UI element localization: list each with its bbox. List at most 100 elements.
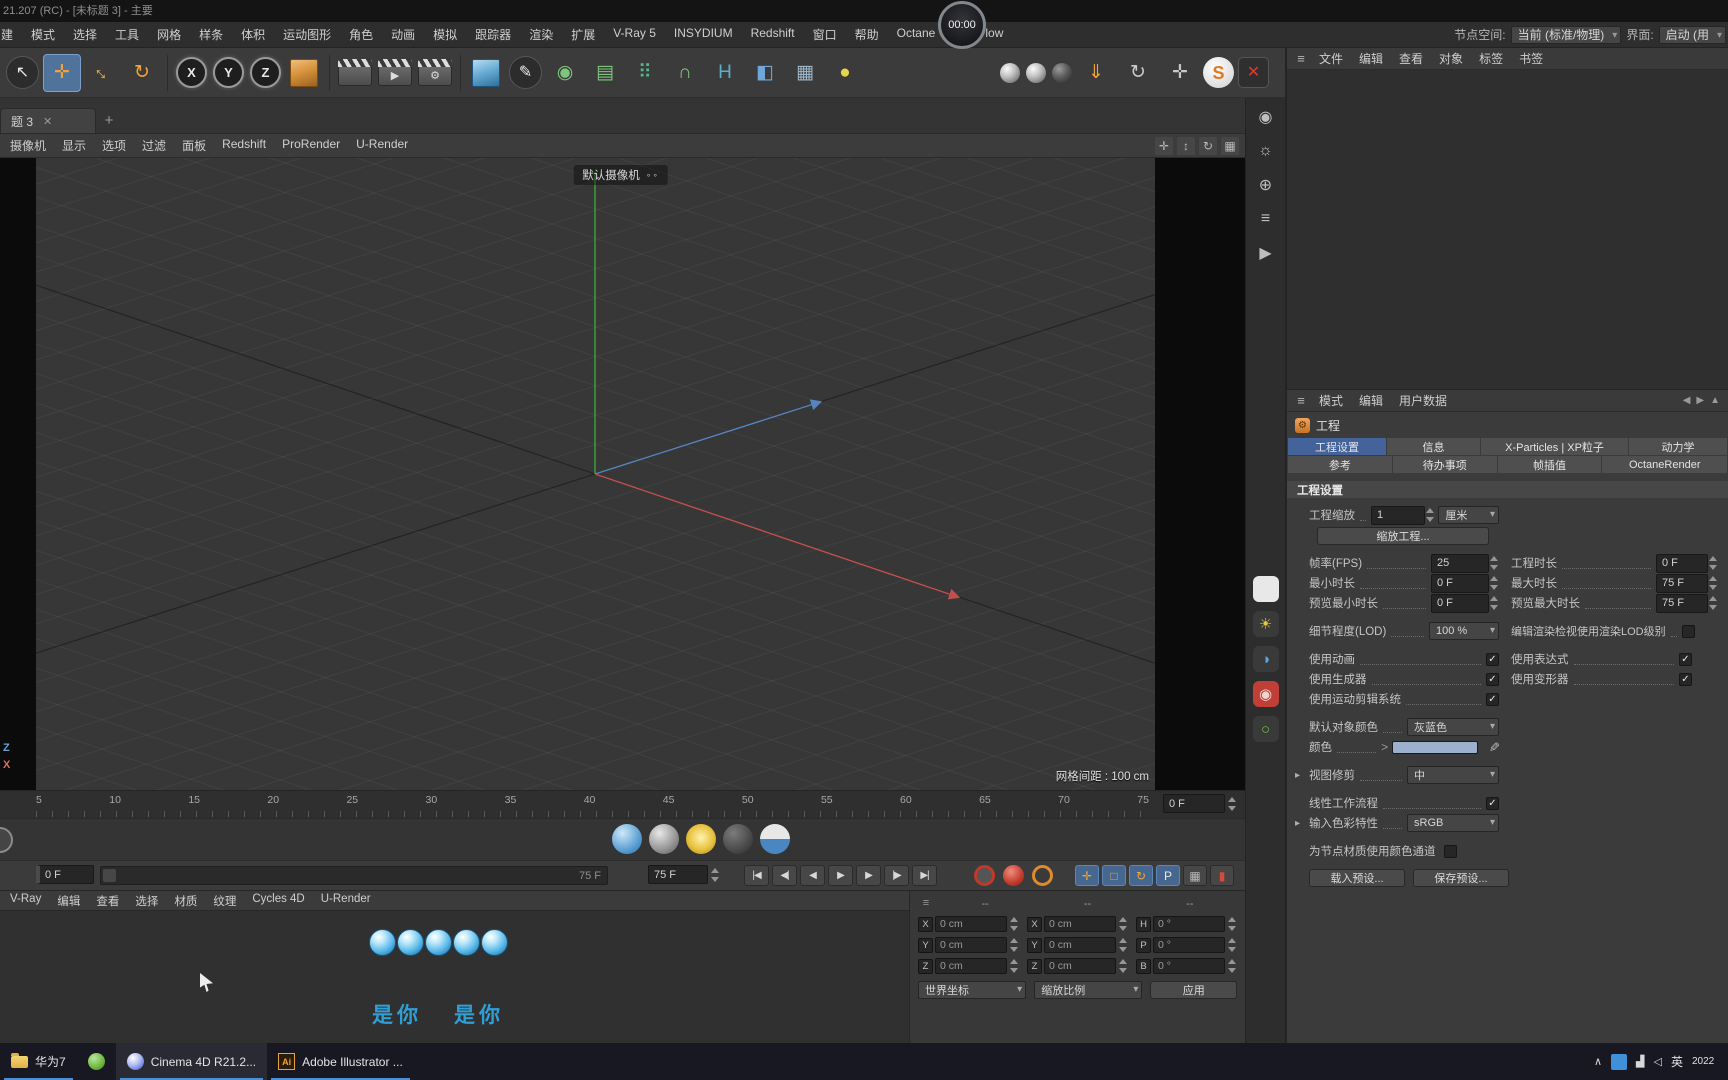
object-manager-menu-item[interactable]: 标签 — [1471, 50, 1511, 67]
menu-item-cut[interactable]: 建 — [0, 26, 22, 43]
z-axis-lock[interactable]: Z — [250, 57, 281, 88]
previous-frame-button[interactable]: ◀ — [800, 865, 825, 886]
timeline-slider-knob[interactable] — [103, 869, 116, 882]
spinner-arrows-icon[interactable] — [1118, 916, 1128, 932]
jump-to-start-button[interactable]: |◀ — [744, 865, 769, 886]
material-preview-sphere-2[interactable] — [1026, 62, 1046, 83]
material-name[interactable]: 是你 — [372, 999, 422, 1029]
use-generators-checkbox[interactable]: ✓ — [1486, 672, 1499, 686]
menu-item[interactable]: 帮助 — [846, 26, 888, 43]
spinner-arrows-icon[interactable] — [1227, 796, 1237, 812]
menu-item[interactable]: 体积 — [232, 26, 274, 43]
menu-item[interactable]: Octane — [888, 26, 945, 43]
taskbar-illustrator[interactable]: Ai Adobe Illustrator ... — [267, 1043, 414, 1080]
stage-object-icon[interactable] — [760, 824, 790, 854]
draw-spline-pen[interactable]: ✎ — [509, 56, 542, 89]
spinner-arrows-icon[interactable] — [1489, 595, 1499, 611]
linear-workflow-checkbox[interactable]: ✓ — [1486, 796, 1499, 810]
document-tab[interactable]: 题 3 ✕ — [0, 108, 96, 133]
material-preview-sphere-3[interactable] — [1052, 62, 1072, 83]
sky-object-icon[interactable] — [612, 824, 642, 854]
material-menu-item[interactable]: U-Render — [313, 893, 379, 909]
material-menu-item[interactable]: 编辑 — [49, 893, 88, 909]
toggle-layout-icon[interactable]: ▦ — [1221, 136, 1239, 155]
next-frame-button[interactable]: ▶ — [856, 865, 881, 886]
menu-item[interactable]: 样条 — [190, 26, 232, 43]
attribute-tab[interactable]: 帧插值 — [1497, 456, 1602, 473]
spinner-arrows-icon[interactable] — [1227, 937, 1237, 953]
object-manager-menu-item[interactable]: 编辑 — [1351, 50, 1391, 67]
viewport-light-icon[interactable]: ☼ — [1253, 138, 1279, 164]
menu-item[interactable]: 跟踪器 — [466, 26, 520, 43]
drop-to-floor[interactable]: ⇓ — [1077, 54, 1115, 92]
load-preset-button[interactable]: 载入预设... — [1309, 869, 1405, 887]
object-manager-menu-item[interactable]: 查看 — [1391, 50, 1431, 67]
preview-min-input[interactable]: 0 F — [1431, 593, 1489, 613]
project-row[interactable]: ⚙ 工程 — [1287, 414, 1728, 436]
reset-psr[interactable]: ↻ — [1119, 54, 1157, 92]
attribute-tab[interactable]: 工程设置 — [1288, 438, 1386, 455]
viewport-menu-item[interactable]: U-Render — [348, 137, 416, 154]
coord-value-input[interactable]: 0 cm — [935, 958, 1007, 974]
fps-input[interactable]: 25 — [1431, 553, 1489, 573]
autokeying-button[interactable] — [1032, 865, 1053, 886]
volume-builder[interactable]: ◧ — [746, 54, 784, 92]
color-swatch[interactable] — [1392, 740, 1479, 754]
tray-volume-icon[interactable]: ◁ — [1654, 1055, 1662, 1068]
taskbar-cinema4d[interactable]: Cinema 4D R21.2... — [115, 1043, 268, 1080]
material-thumbnail[interactable] — [481, 929, 508, 956]
project-scale-input[interactable]: 1 — [1371, 505, 1426, 525]
viewport-3d[interactable]: 默认摄像机 ∘∘ 网格间距 : 100 cm Z X — [0, 158, 1245, 790]
coord-value-input[interactable]: 0 cm — [935, 916, 1007, 932]
tray-clock[interactable]: 2022 — [1692, 1056, 1726, 1067]
hair-object[interactable]: H — [706, 54, 744, 92]
object-manager-menu-item[interactable]: 对象 — [1431, 50, 1471, 67]
tab-add-button[interactable]: + — [96, 108, 122, 133]
coord-value-input[interactable]: 0 ° — [1153, 958, 1225, 974]
spinner-arrows-icon[interactable] — [1708, 595, 1718, 611]
use-expressions-checkbox[interactable]: ✓ — [1679, 652, 1692, 666]
object-manager-menu-item[interactable]: 文件 — [1311, 50, 1351, 67]
scale-tool[interactable]: ↔ — [83, 54, 121, 92]
display-default-icon[interactable] — [1252, 576, 1279, 602]
apply-button[interactable]: 应用 — [1150, 981, 1237, 999]
mograph-cloner[interactable]: ⠿ — [626, 54, 664, 92]
attribute-tab[interactable]: 待办事项 — [1392, 456, 1497, 473]
lod-render-checkbox[interactable] — [1681, 624, 1695, 638]
attribute-tab[interactable]: 信息 — [1386, 438, 1481, 455]
attribute-manager-menu-item[interactable]: 用户数据 — [1391, 392, 1455, 409]
viewport-globe-icon[interactable]: ⊕ — [1253, 172, 1279, 198]
record-pla-toggle[interactable]: ▦ — [1183, 865, 1207, 886]
input-color-profile-select[interactable]: sRGB — [1407, 814, 1499, 832]
viewport-menu-item[interactable]: Redshift — [214, 137, 274, 154]
jump-to-end-button[interactable]: ▶| — [912, 865, 937, 886]
tray-app-icon[interactable] — [1611, 1053, 1628, 1070]
viewport-play-icon[interactable]: ▶ — [1253, 240, 1279, 266]
display-gouraud-icon[interactable]: ☀ — [1252, 611, 1279, 637]
object-manager-menu-item[interactable]: 书签 — [1511, 50, 1551, 67]
save-preset-button[interactable]: 保存预设... — [1413, 869, 1509, 887]
display-wireframe-icon[interactable]: ○ — [1252, 716, 1279, 742]
default-object-color-select[interactable]: 灰蓝色 — [1407, 718, 1499, 736]
material-menu-item[interactable]: 材质 — [166, 893, 205, 909]
menu-item[interactable]: 运动图形 — [274, 26, 340, 43]
expander-icon[interactable]: ▸ — [1295, 770, 1300, 781]
material-menu-item[interactable]: 纹理 — [205, 893, 244, 909]
spinner-arrows-icon[interactable] — [1009, 958, 1019, 974]
coord-value-input[interactable]: 0 cm — [1044, 916, 1116, 932]
coordinate-system[interactable] — [290, 58, 318, 87]
viewport-menu-item[interactable]: 摄像机 — [2, 137, 54, 154]
spinner-arrows-icon[interactable] — [1118, 958, 1128, 974]
viewport-menu-item[interactable]: ProRender — [274, 137, 348, 154]
subdivision-surface[interactable]: ◉ — [546, 54, 584, 92]
project-scale-unit-select[interactable]: 厘米 — [1438, 506, 1499, 524]
coord-value-input[interactable]: 0 cm — [935, 937, 1007, 953]
y-axis-lock[interactable]: Y — [213, 57, 244, 88]
view-clipping-select[interactable]: 中 — [1407, 766, 1499, 784]
attribute-tab[interactable]: OctaneRender — [1602, 456, 1727, 473]
axis-modify[interactable]: ✛ — [1161, 54, 1199, 92]
keyframe-selection-button[interactable] — [1003, 865, 1024, 886]
spinner-arrows-icon[interactable] — [1489, 575, 1499, 591]
add-cube-object[interactable] — [472, 58, 500, 87]
x-axis-lock[interactable]: X — [176, 57, 207, 88]
